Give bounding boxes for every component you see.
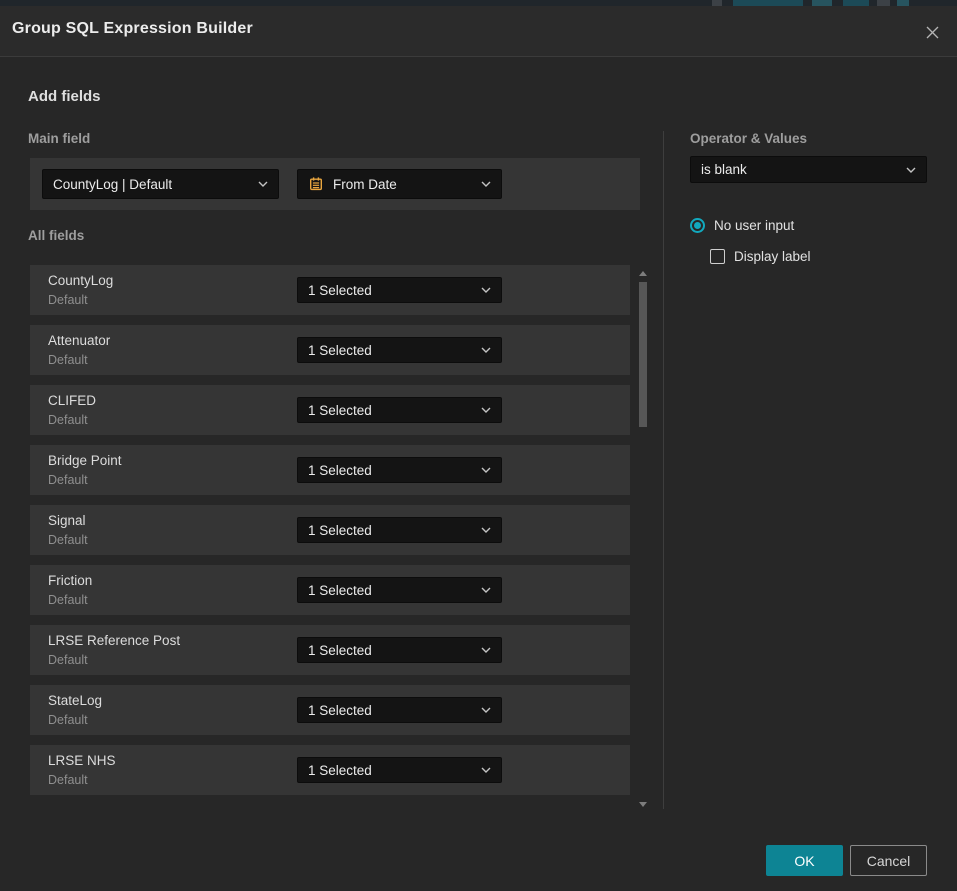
field-subtitle: Default (48, 473, 88, 487)
field-subtitle: Default (48, 533, 88, 547)
field-selection-value: 1 Selected (308, 343, 473, 358)
main-field-panel: CountyLog | Default From Date (30, 158, 640, 210)
field-name: CLIFED (48, 393, 96, 408)
field-selection-select[interactable]: 1 Selected (297, 517, 502, 543)
dialog-header: Group SQL Expression Builder (0, 6, 957, 57)
close-icon (925, 25, 940, 40)
field-subtitle: Default (48, 293, 88, 307)
operator-select[interactable]: is blank (690, 156, 927, 183)
display-label-label: Display label (734, 249, 811, 264)
field-subtitle: Default (48, 413, 88, 427)
chevron-down-icon (258, 181, 268, 187)
field-subtitle: Default (48, 353, 88, 367)
field-row-bridge-point[interactable]: Bridge Point Default 1 Selected (30, 445, 630, 495)
field-selection-select[interactable]: 1 Selected (297, 397, 502, 423)
chevron-down-icon (481, 467, 491, 473)
field-name: Bridge Point (48, 453, 122, 468)
main-field-label: Main field (28, 131, 90, 146)
field-selection-value: 1 Selected (308, 643, 473, 658)
field-row-friction[interactable]: Friction Default 1 Selected (30, 565, 630, 615)
chevron-down-icon (481, 647, 491, 653)
scroll-down-arrow-icon[interactable] (639, 802, 647, 807)
chevron-down-icon (481, 287, 491, 293)
field-row-clifed[interactable]: CLIFED Default 1 Selected (30, 385, 630, 435)
operator-select-value: is blank (701, 162, 898, 177)
radio-selected-icon (690, 218, 705, 233)
main-field-field-select-value: From Date (333, 177, 473, 192)
chevron-down-icon (481, 767, 491, 773)
scrollbar-thumb[interactable] (639, 282, 647, 427)
cancel-button[interactable]: Cancel (850, 845, 927, 876)
chevron-down-icon (481, 181, 491, 187)
chevron-down-icon (481, 707, 491, 713)
field-subtitle: Default (48, 593, 88, 607)
field-selection-select[interactable]: 1 Selected (297, 457, 502, 483)
chevron-down-icon (906, 167, 916, 173)
field-row-signal[interactable]: Signal Default 1 Selected (30, 505, 630, 555)
chevron-down-icon (481, 407, 491, 413)
fields-list-scrollbar[interactable] (637, 269, 649, 809)
field-selection-value: 1 Selected (308, 763, 473, 778)
ok-button[interactable]: OK (766, 845, 843, 876)
scroll-up-arrow-icon[interactable] (639, 271, 647, 276)
field-name: Signal (48, 513, 86, 528)
field-name: StateLog (48, 693, 102, 708)
field-selection-select[interactable]: 1 Selected (297, 277, 502, 303)
calendar-date-icon (308, 176, 324, 192)
field-selection-value: 1 Selected (308, 283, 473, 298)
field-name: LRSE NHS (48, 753, 116, 768)
field-row-attenuator[interactable]: Attenuator Default 1 Selected (30, 325, 630, 375)
field-row-statelog[interactable]: StateLog Default 1 Selected (30, 685, 630, 735)
field-selection-value: 1 Selected (308, 523, 473, 538)
add-fields-heading: Add fields (28, 88, 101, 105)
field-subtitle: Default (48, 713, 88, 727)
field-selection-value: 1 Selected (308, 463, 473, 478)
group-sql-expression-builder-dialog: Group SQL Expression Builder Add fields … (0, 6, 957, 891)
field-selection-value: 1 Selected (308, 403, 473, 418)
field-selection-select[interactable]: 1 Selected (297, 577, 502, 603)
field-name: LRSE Reference Post (48, 633, 180, 648)
field-name: CountyLog (48, 273, 113, 288)
field-selection-select[interactable]: 1 Selected (297, 637, 502, 663)
all-fields-label: All fields (28, 228, 84, 243)
display-label-checkbox[interactable]: Display label (710, 249, 811, 264)
panel-divider (663, 131, 664, 809)
chevron-down-icon (481, 527, 491, 533)
close-button[interactable] (918, 18, 946, 46)
field-selection-value: 1 Selected (308, 583, 473, 598)
main-field-field-select[interactable]: From Date (297, 169, 502, 199)
field-row-countylog[interactable]: CountyLog Default 1 Selected (30, 265, 630, 315)
chevron-down-icon (481, 347, 491, 353)
chevron-down-icon (481, 587, 491, 593)
checkbox-unchecked-icon (710, 249, 725, 264)
field-name: Attenuator (48, 333, 110, 348)
main-field-layer-select[interactable]: CountyLog | Default (42, 169, 279, 199)
field-selection-select[interactable]: 1 Selected (297, 337, 502, 363)
field-name: Friction (48, 573, 92, 588)
field-selection-value: 1 Selected (308, 703, 473, 718)
field-row-lrse-nhs[interactable]: LRSE NHS Default 1 Selected (30, 745, 630, 795)
operator-values-heading: Operator & Values (690, 131, 807, 146)
no-user-input-radio[interactable]: No user input (690, 218, 794, 233)
field-selection-select[interactable]: 1 Selected (297, 697, 502, 723)
field-subtitle: Default (48, 653, 88, 667)
dialog-title: Group SQL Expression Builder (12, 20, 253, 38)
no-user-input-label: No user input (714, 218, 794, 233)
field-selection-select[interactable]: 1 Selected (297, 757, 502, 783)
field-subtitle: Default (48, 773, 88, 787)
field-row-lrse-reference-post[interactable]: LRSE Reference Post Default 1 Selected (30, 625, 630, 675)
main-field-layer-select-value: CountyLog | Default (53, 177, 250, 192)
